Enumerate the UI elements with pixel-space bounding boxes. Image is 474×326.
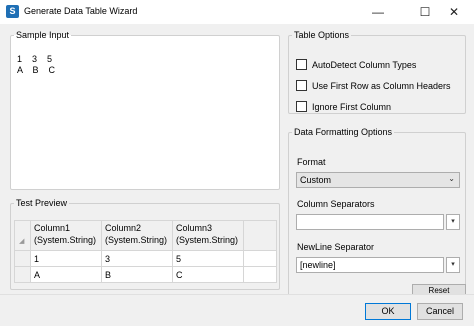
newline-separator-label: NewLine Separator [297,242,375,252]
column-name: Column1 [34,223,71,233]
autodetect-column-types-checkbox[interactable]: AutoDetect Column Types [296,59,416,70]
test-preview-group: Test Preview ◢ Column1 (System.String) Co… [10,198,280,290]
data-formatting-legend: Data Formatting Options [294,127,393,137]
column-separators-label: Column Separators [297,199,375,209]
column-header-2[interactable]: Column2 (System.String) [101,220,173,251]
column-type: (System.String) [176,235,239,245]
table-options-legend: Table Options [294,30,350,40]
use-first-row-headers-checkbox[interactable]: Use First Row as Column Headers [296,80,451,91]
grid-corner[interactable]: ◢ [14,220,31,251]
chevron-down-icon[interactable]: ▾ [446,257,460,273]
ignore-first-column-checkbox[interactable]: Ignore First Column [296,101,391,112]
checkbox-label: Ignore First Column [312,101,392,112]
sample-input-text[interactable]: 1 3 5 A B C [17,54,55,76]
app-icon: S [6,5,19,18]
row-header[interactable] [14,266,31,283]
table-cell[interactable]: A [30,266,102,283]
table-options-group: Table Options AutoDetect Column Types Us… [288,30,466,114]
cancel-button[interactable]: Cancel [417,303,463,320]
chevron-down-icon[interactable]: ▾ [446,214,460,230]
newline-separator-combo[interactable]: ▾ [296,257,460,273]
column-separators-input[interactable] [296,214,444,230]
filler-cell [243,266,277,283]
column-type: (System.String) [34,235,97,245]
format-value: Custom [300,175,332,185]
table-cell[interactable]: B [101,266,173,283]
close-icon[interactable]: ✕ [434,0,474,24]
checkbox-box[interactable] [296,59,307,70]
filler-header [243,220,277,251]
chevron-down-icon: ⌄ [448,174,455,183]
dialog-footer: OK Cancel [0,294,474,326]
minimize-icon[interactable]: — [358,0,398,24]
title-bar: S Generate Data Table Wizard — ☐ ✕ [0,0,474,24]
test-preview-legend: Test Preview [16,198,68,208]
table-row[interactable]: A B C [14,266,277,283]
column-name: Column3 [176,223,213,233]
column-header-3[interactable]: Column3 (System.String) [172,220,244,251]
table-row[interactable]: 1 3 5 [14,250,277,267]
newline-separator-input[interactable] [296,257,444,273]
table-cell[interactable]: C [172,266,244,283]
checkbox-label: Use First Row as Column Headers [312,80,451,91]
filler-cell [243,250,277,267]
column-header-1[interactable]: Column1 (System.String) [30,220,102,251]
format-label: Format [297,157,326,167]
column-name: Column2 [105,223,142,233]
ok-button[interactable]: OK [365,303,411,320]
checkbox-label: AutoDetect Column Types [312,59,417,70]
row-header[interactable] [14,250,31,267]
column-separators-combo[interactable]: ▾ [296,214,460,230]
format-select[interactable]: Custom ⌄ [296,172,460,188]
window-title: Generate Data Table Wizard [24,6,138,16]
table-cell[interactable]: 3 [101,250,173,267]
column-type: (System.String) [105,235,168,245]
checkbox-box[interactable] [296,80,307,91]
checkbox-box[interactable] [296,101,307,112]
data-formatting-group: Data Formatting Options Format Custom ⌄ … [288,127,466,297]
sample-input-legend: Sample Input [16,30,70,40]
preview-grid[interactable]: ◢ Column1 (System.String) Column2 (System.… [14,220,277,283]
table-cell[interactable]: 1 [30,250,102,267]
select-all-icon: ◢ [19,238,25,245]
sample-input-group: Sample Input 1 3 5 A B C [10,30,280,190]
table-cell[interactable]: 5 [172,250,244,267]
